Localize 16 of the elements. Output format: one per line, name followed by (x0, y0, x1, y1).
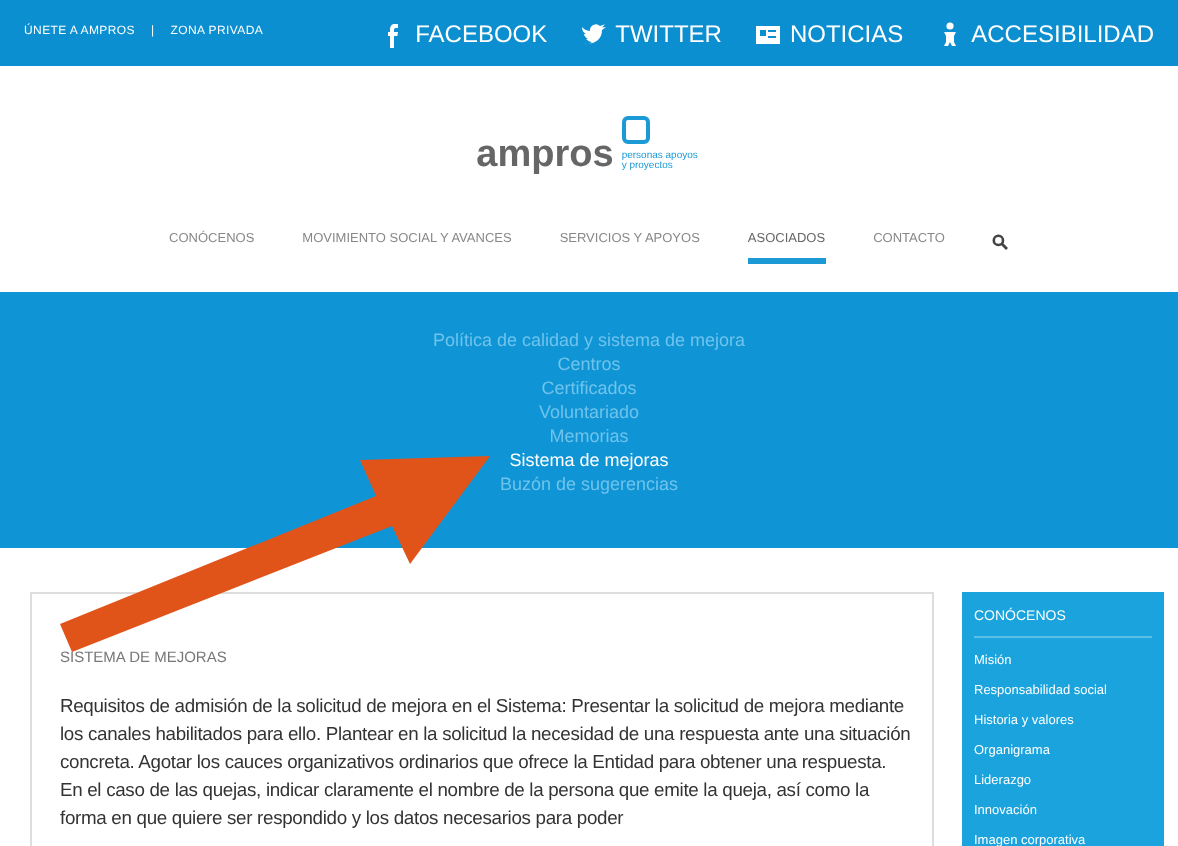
logo-square-icon (621, 115, 650, 143)
top-link[interactable]: NOTICIAS (789, 15, 904, 51)
logo-text: ampros (476, 135, 614, 173)
submenu-link[interactable]: Certificados (541, 375, 637, 400)
top-link[interactable]: ACCESIBILIDAD (971, 15, 1154, 51)
article-text: Requisitos de admisión de la solicitud de mejora en el Sistema: Presentar la solicitud de mejora mediante los canales habilitados para ello. Plantear en la solicitud la necesidad de una respuesta ante una situación concreta. Agotar los cauces organizativos ordinarios que ofrece la Entidad para obtener una respuesta. En el caso de las quejas, indicar claramente el nombre de la persona que emite la queja, así como la forma en que quiere ser respondido y los datos necesarios para poder (60, 692, 912, 832)
top-link[interactable]: TWITTER (615, 15, 722, 51)
search-icon[interactable] (992, 234, 1009, 251)
submenu-link[interactable]: Buzón de sugerencias (499, 471, 679, 496)
submenu-link[interactable]: Sistema de mejoras (509, 447, 669, 472)
submenu-link[interactable]: Política de calidad y sistema de mejora (432, 327, 746, 352)
submenu-link[interactable]: Centros (557, 351, 621, 376)
submenu-link[interactable]: Memorias (549, 423, 629, 448)
top-link[interactable]: FACEBOOK (415, 15, 548, 51)
submenu-link[interactable]: Voluntariado (538, 399, 640, 424)
twitter-icon[interactable] (579, 19, 608, 47)
